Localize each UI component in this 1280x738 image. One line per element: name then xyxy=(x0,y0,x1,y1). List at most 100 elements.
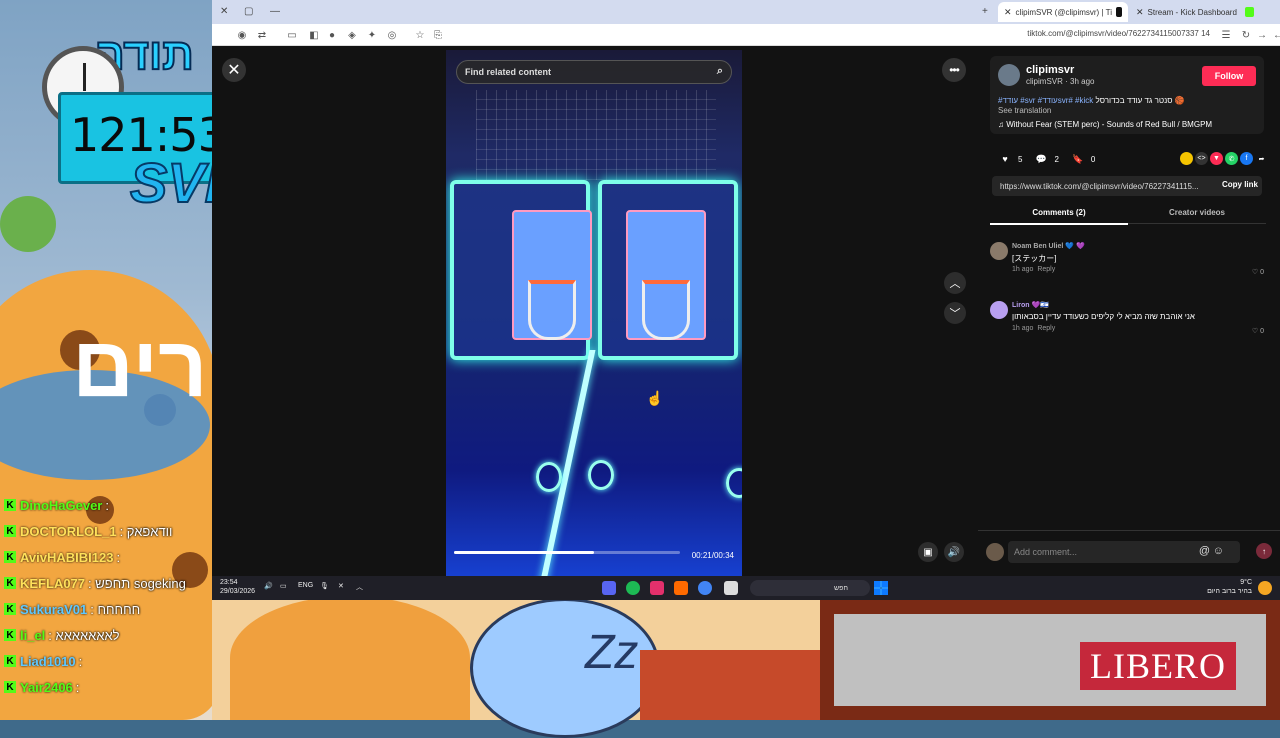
app-icon[interactable] xyxy=(674,581,688,595)
tab-comments[interactable]: Comments (2) xyxy=(990,208,1128,225)
tab-tiktok[interactable]: ✕ clipimSVR (@clipimsvr) | Ti xyxy=(998,2,1128,22)
new-tab-icon[interactable]: + xyxy=(982,6,988,17)
coin-icon[interactable] xyxy=(1180,152,1193,165)
chrome-icon[interactable] xyxy=(698,581,712,595)
close-video-button[interactable]: ✕ xyxy=(222,58,246,82)
emoji-icon[interactable]: ☺ xyxy=(1213,545,1224,557)
weather-temp[interactable]: 9°C xyxy=(1240,579,1252,586)
comment-username[interactable]: Liron 💜🇮🇱 xyxy=(1012,301,1049,309)
taskbar-search[interactable]: חפש xyxy=(750,580,870,596)
more-options-button[interactable]: ••• xyxy=(942,58,966,82)
avatar[interactable] xyxy=(990,242,1008,260)
tray-chevron-icon[interactable]: ︿ xyxy=(356,582,363,592)
discord-icon[interactable] xyxy=(602,581,616,595)
search-icon[interactable]: ⌕ xyxy=(717,65,723,78)
avatar[interactable] xyxy=(990,301,1008,319)
volume-icon[interactable]: 🔊 xyxy=(944,542,964,562)
previous-video-button[interactable]: ︿ xyxy=(944,272,966,294)
share-page-icon[interactable]: ⎘ xyxy=(432,29,444,41)
comment-icon[interactable]: 💬 xyxy=(1034,152,1048,166)
chat-message: K SukuraV01: חחחחח xyxy=(0,596,212,622)
search-input[interactable]: Find related content ⌕ xyxy=(456,60,732,84)
video-area: ✕ ☝ 00:21/00:34 Find related content ⌕ •… xyxy=(212,46,976,576)
send-comment-button[interactable]: ↑ xyxy=(1256,543,1272,559)
back-icon[interactable]: ← xyxy=(1272,29,1280,41)
post-hashtags[interactable]: #עודד #svr #עודדsvr# #kick xyxy=(998,96,1093,105)
reply-button[interactable]: Reply xyxy=(1037,325,1055,332)
extension-icon[interactable]: ⇄ xyxy=(256,29,268,41)
chat-text: : חחחחח xyxy=(90,601,141,617)
video-progress-bar[interactable] xyxy=(454,551,680,554)
spotify-icon[interactable] xyxy=(626,581,640,595)
extension-icon[interactable]: ◧ xyxy=(308,29,320,41)
extension-icon[interactable]: ✦ xyxy=(366,29,378,41)
extension-icon[interactable]: ● xyxy=(326,29,338,41)
follow-button[interactable]: Follow xyxy=(1202,66,1256,86)
restore-window-icon[interactable]: ▢ xyxy=(244,6,253,17)
chat-text: : לאאאאאאא xyxy=(48,627,120,643)
comment-like-count: 0 xyxy=(1260,269,1264,276)
tab-creator-videos[interactable]: Creator videos xyxy=(1128,208,1266,217)
extension-icon[interactable]: ▭ xyxy=(286,29,298,41)
reload-icon[interactable]: ↻ xyxy=(1240,29,1252,41)
video-rim xyxy=(642,280,690,340)
bookmark-icon[interactable]: 🔖 xyxy=(1071,152,1085,166)
picture-in-picture-icon[interactable]: ▣ xyxy=(918,542,938,562)
copy-link-button[interactable]: Copy link xyxy=(1222,180,1258,189)
link-field[interactable]: https://www.tiktok.com/@clipimsvr/video/… xyxy=(992,176,1262,196)
music-info[interactable]: ♫ Without Fear (STEM perc) - Sounds of R… xyxy=(998,120,1212,129)
speaker-icon[interactable]: 🔊 xyxy=(264,582,273,590)
comment-username[interactable]: Noam Ben Uliel 💙 💜 xyxy=(1012,242,1085,250)
close-tab-icon[interactable]: ✕ xyxy=(1004,7,1012,18)
mention-icon[interactable]: @ xyxy=(1199,545,1210,557)
like-icon[interactable]: ♥ xyxy=(998,152,1012,166)
close-tab-icon[interactable]: ✕ xyxy=(1136,7,1144,18)
chat-username: AvivHABIBI123 xyxy=(20,549,114,565)
extension-icon[interactable]: ◈ xyxy=(346,29,358,41)
comment-like[interactable]: ♡ 0 xyxy=(1252,268,1264,276)
chat-text: : xyxy=(105,497,109,513)
chat-message: K Liad1010: xyxy=(0,648,212,674)
taskbar-time[interactable]: 23:54 xyxy=(220,579,238,586)
send-icon[interactable]: ▼ xyxy=(1210,152,1223,165)
facebook-icon[interactable]: f xyxy=(1240,152,1253,165)
share-arrow-icon[interactable]: ➦ xyxy=(1255,152,1268,165)
author-username[interactable]: clipimsvr xyxy=(1026,64,1074,76)
site-settings-icon[interactable]: ☰ xyxy=(1220,29,1232,41)
wifi-off-icon[interactable]: ✕ xyxy=(338,582,344,590)
taskbar-language[interactable]: ENG xyxy=(298,582,313,589)
extension-icon[interactable]: ◎ xyxy=(386,29,398,41)
microphone-icon[interactable]: 🎙 xyxy=(320,582,329,590)
weather-desc[interactable]: בהיר ברוב היום xyxy=(1207,588,1252,595)
overlay-hebrew-banner: רים xyxy=(72,319,208,415)
url-text[interactable]: tiktok.com/@clipimsvr/video/762273411500… xyxy=(1027,29,1210,38)
file-explorer-icon[interactable] xyxy=(724,581,738,595)
chat-message: K DinoHaGever: xyxy=(0,492,212,518)
tab-kick[interactable]: ✕ Stream - Kick Dashboard xyxy=(1130,2,1260,22)
forward-icon[interactable]: → xyxy=(1256,29,1268,41)
see-translation-link[interactable]: See translation xyxy=(998,106,1051,115)
comment-input[interactable]: Add comment... @ ☺ xyxy=(1008,541,1240,563)
extension-icon[interactable]: ◉ xyxy=(236,29,248,41)
comment-like[interactable]: ♡ 0 xyxy=(1252,327,1264,335)
network-icon[interactable]: ▭ xyxy=(280,582,287,590)
comment-time: 1h ago xyxy=(1012,325,1034,332)
chat-message: K Yair2406: xyxy=(0,674,212,700)
bookmark-star-icon[interactable]: ☆ xyxy=(414,29,426,41)
video-player[interactable]: ☝ 00:21/00:34 xyxy=(446,50,742,576)
add-comment-bar: Add comment... @ ☺ ↑ xyxy=(978,530,1280,576)
post-caption: סנטר גד עודד בכדורסל 🏀 xyxy=(1095,96,1185,105)
reply-button[interactable]: Reply xyxy=(1037,266,1055,273)
whatsapp-icon[interactable]: ✆ xyxy=(1225,152,1238,165)
chat-username: KEFLA077 xyxy=(20,575,86,591)
minimize-window-icon[interactable]: — xyxy=(270,6,280,17)
embed-icon[interactable]: <> xyxy=(1195,152,1208,165)
avatar[interactable] xyxy=(998,64,1020,86)
taskbar-search-text: חפש xyxy=(834,584,848,592)
next-video-button[interactable]: ﹀ xyxy=(944,302,966,324)
weather-icon[interactable] xyxy=(1258,581,1272,595)
taskbar-date[interactable]: 29/03/2026 xyxy=(220,588,255,595)
windows-start-icon[interactable] xyxy=(874,581,888,595)
app-icon[interactable] xyxy=(650,581,664,595)
close-window-icon[interactable]: ✕ xyxy=(220,6,228,17)
